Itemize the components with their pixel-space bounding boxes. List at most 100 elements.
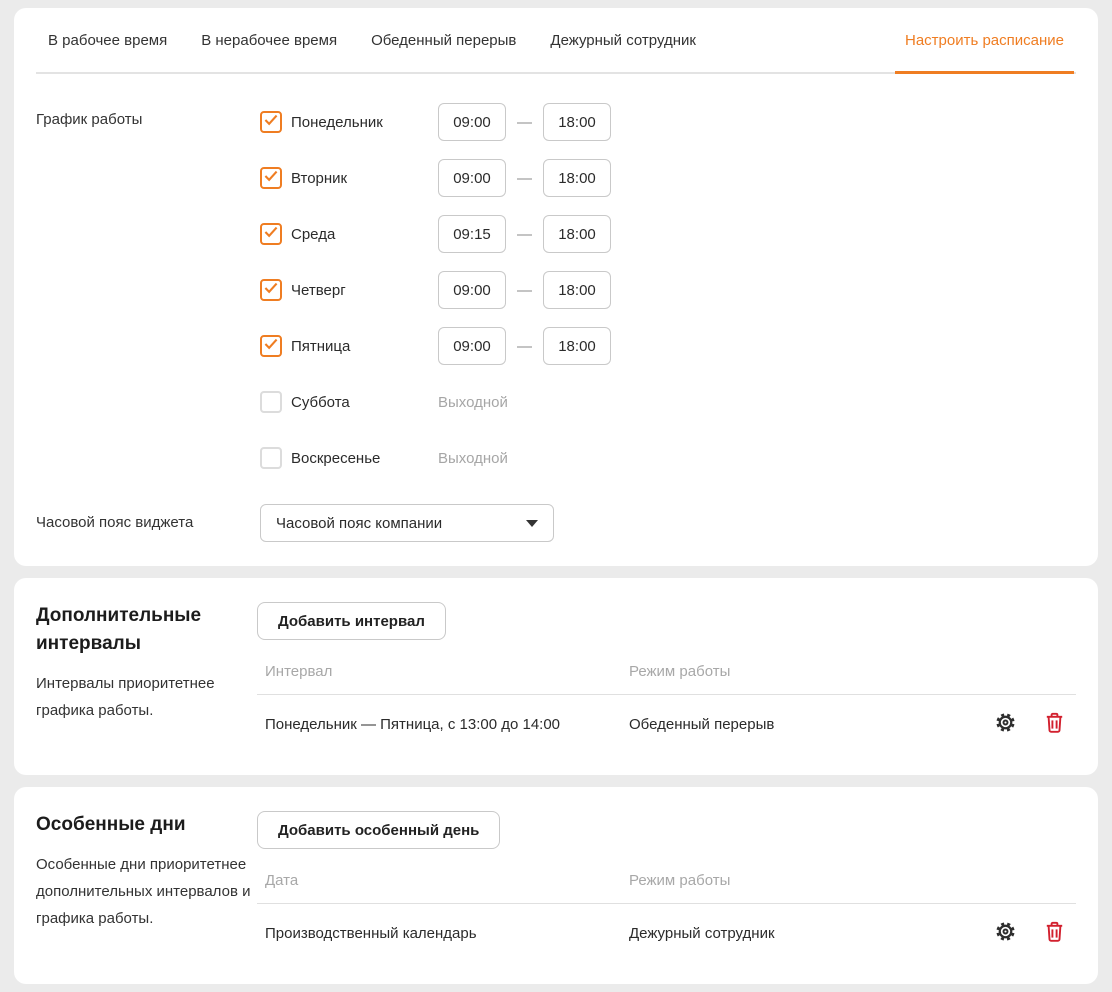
row-primary-cell: Понедельник — Пятница, с 13:00 до 14:00 (265, 716, 629, 733)
time-to-input[interactable]: 18:00 (543, 215, 611, 253)
day-time-range: 09:15 — 18:00 (438, 215, 611, 253)
time-range-dash: — (517, 114, 532, 131)
schedule-form: График работы Понедельник 09:00 — 18:00 … (36, 74, 1076, 542)
time-from-input[interactable]: 09:15 (438, 215, 506, 253)
settings-button[interactable] (994, 920, 1017, 946)
day-time-range: 09:00 — 18:00 (438, 271, 611, 309)
row-mode-cell: Обеденный перерыв (629, 716, 994, 733)
day-row: Пятница 09:00 — 18:00 (260, 318, 1076, 374)
check-icon (264, 225, 278, 243)
delete-button[interactable] (1045, 712, 1064, 736)
table-row: Понедельник — Пятница, с 13:00 до 14:00 … (257, 695, 1076, 753)
day-checkbox[interactable] (260, 391, 282, 413)
special-days-table-header: Дата Режим работы (257, 857, 1076, 904)
row-mode-cell: Дежурный сотрудник (629, 925, 994, 942)
day-checkbox[interactable] (260, 335, 282, 357)
day-label: Среда (291, 226, 438, 243)
time-to-input[interactable]: 18:00 (543, 103, 611, 141)
intervals-main: Добавить интервал Интервал Режим работы … (257, 602, 1076, 753)
intervals-info: Дополнительные интервалы Интервалы приор… (36, 602, 257, 753)
day-time-range: 09:00 — 18:00 (438, 159, 611, 197)
intervals-description: Интервалы приоритетнее графика работы. (36, 670, 257, 724)
day-checkbox[interactable] (260, 223, 282, 245)
column-date: Дата (265, 872, 629, 889)
row-actions (994, 711, 1076, 737)
table-row: Производственный календарь Дежурный сотр… (257, 904, 1076, 962)
day-label: Пятница (291, 338, 438, 355)
time-to-input[interactable]: 18:00 (543, 271, 611, 309)
add-interval-button[interactable]: Добавить интервал (257, 602, 446, 640)
day-time-range: 09:00 — 18:00 (438, 103, 611, 141)
day-checkbox[interactable] (260, 447, 282, 469)
special-days-main: Добавить особенный день Дата Режим работ… (257, 811, 1076, 962)
time-range-dash: — (517, 282, 532, 299)
tab-configure-schedule[interactable]: Настроить расписание (905, 8, 1064, 72)
chevron-down-icon (526, 520, 538, 527)
day-row: Понедельник 09:00 — 18:00 (260, 94, 1076, 150)
day-label: Понедельник (291, 114, 438, 131)
schedule-card: В рабочее время В нерабочее время Обеден… (14, 8, 1098, 566)
trash-icon (1045, 712, 1064, 736)
time-from-input[interactable]: 09:00 (438, 103, 506, 141)
special-days-description: Особенные дни приоритетнее дополнительны… (36, 851, 257, 932)
timezone-select[interactable]: Часовой пояс компании (260, 504, 554, 542)
gear-icon (994, 711, 1017, 737)
trash-icon (1045, 921, 1064, 945)
day-off-label: Выходной (438, 450, 508, 467)
time-range-dash: — (517, 170, 532, 187)
special-days-table-body: Производственный календарь Дежурный сотр… (257, 904, 1076, 962)
time-from-input[interactable]: 09:00 (438, 159, 506, 197)
check-icon (264, 113, 278, 131)
day-row: Суббота Выходной (260, 374, 1076, 430)
work-schedule-row: График работы Понедельник 09:00 — 18:00 … (36, 94, 1076, 486)
day-row: Среда 09:15 — 18:00 (260, 206, 1076, 262)
time-range-dash: — (517, 338, 532, 355)
special-days-info: Особенные дни Особенные дни приоритетнее… (36, 811, 257, 962)
days-list: Понедельник 09:00 — 18:00 Вторник 09:00 … (260, 94, 1076, 486)
intervals-card: Дополнительные интервалы Интервалы приор… (14, 578, 1098, 775)
day-row: Воскресенье Выходной (260, 430, 1076, 486)
day-label: Суббота (291, 394, 438, 411)
tab-working-hours[interactable]: В рабочее время (48, 32, 167, 49)
timezone-row: Часовой пояс виджета Часовой пояс компан… (36, 504, 1076, 542)
day-label: Четверг (291, 282, 438, 299)
time-from-input[interactable]: 09:00 (438, 271, 506, 309)
day-row: Четверг 09:00 — 18:00 (260, 262, 1076, 318)
time-range-dash: — (517, 226, 532, 243)
timezone-label: Часовой пояс виджета (36, 504, 260, 542)
day-row: Вторник 09:00 — 18:00 (260, 150, 1076, 206)
column-work-mode: Режим работы (629, 663, 1076, 680)
add-special-day-button[interactable]: Добавить особенный день (257, 811, 500, 849)
tab-duty-employee[interactable]: Дежурный сотрудник (550, 32, 696, 49)
intervals-title: Дополнительные интервалы (36, 602, 257, 658)
check-icon (264, 169, 278, 187)
row-primary-cell: Производственный календарь (265, 925, 629, 942)
gear-icon (994, 920, 1017, 946)
intervals-table-body: Понедельник — Пятница, с 13:00 до 14:00 … (257, 695, 1076, 753)
work-schedule-label: График работы (36, 94, 260, 486)
tab-non-working-hours[interactable]: В нерабочее время (201, 32, 337, 49)
day-checkbox[interactable] (260, 167, 282, 189)
mode-tabbar: В рабочее время В нерабочее время Обеден… (36, 8, 1076, 74)
column-work-mode: Режим работы (629, 872, 1076, 889)
time-from-input[interactable]: 09:00 (438, 327, 506, 365)
tab-lunch-break[interactable]: Обеденный перерыв (371, 32, 516, 49)
delete-button[interactable] (1045, 921, 1064, 945)
intervals-table-header: Интервал Режим работы (257, 648, 1076, 695)
check-icon (264, 337, 278, 355)
special-days-card: Особенные дни Особенные дни приоритетнее… (14, 787, 1098, 984)
day-checkbox[interactable] (260, 111, 282, 133)
special-days-title: Особенные дни (36, 811, 257, 839)
time-to-input[interactable]: 18:00 (543, 159, 611, 197)
day-checkbox[interactable] (260, 279, 282, 301)
time-to-input[interactable]: 18:00 (543, 327, 611, 365)
day-off-label: Выходной (438, 394, 508, 411)
timezone-selected-value: Часовой пояс компании (276, 515, 442, 532)
settings-button[interactable] (994, 711, 1017, 737)
day-label: Воскресенье (291, 450, 438, 467)
column-interval: Интервал (265, 663, 629, 680)
row-actions (994, 920, 1076, 946)
day-time-range: 09:00 — 18:00 (438, 327, 611, 365)
check-icon (264, 281, 278, 299)
day-label: Вторник (291, 170, 438, 187)
